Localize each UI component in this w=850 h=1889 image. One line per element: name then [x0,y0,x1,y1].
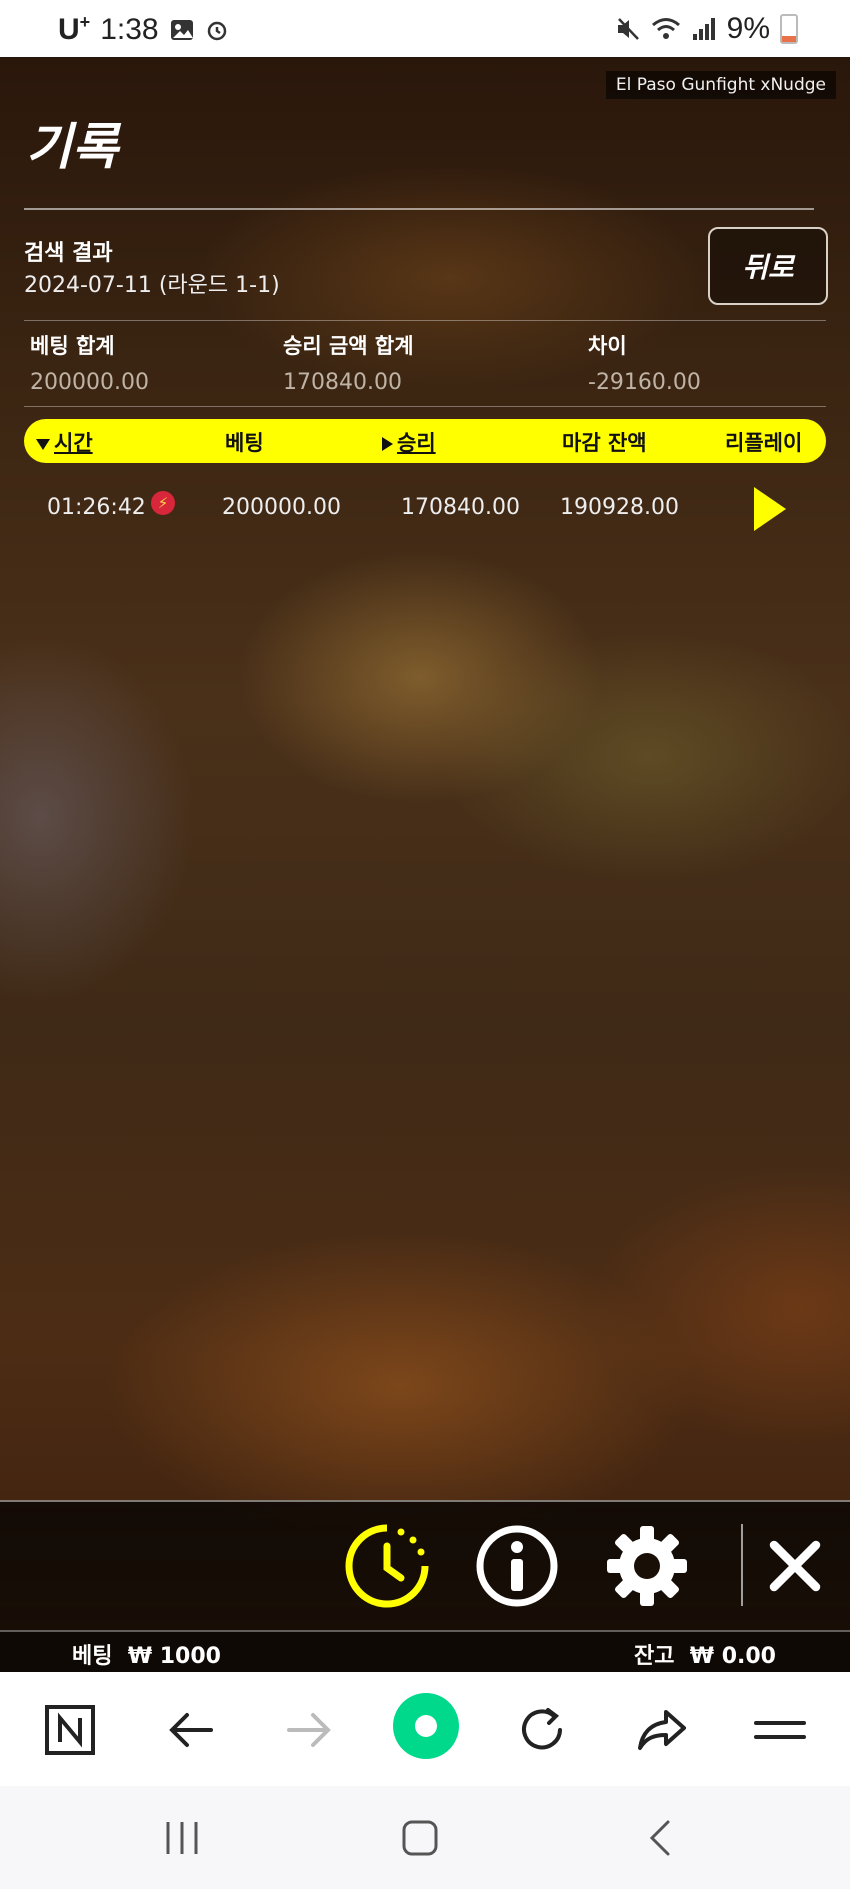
balance-bar: 베팅 ₩ 1000 잔고 ₩ 0.00 [0,1630,850,1672]
carrier-label: U+ [58,12,91,46]
column-replay: 리플레이 [725,431,803,455]
system-home-icon[interactable] [398,1816,442,1860]
lightning-icon: ⚡ [151,491,175,515]
diff-label: 차이 [588,334,627,358]
row-balance: 190928.00 [560,495,679,520]
divider [24,406,826,407]
table-header: 시간 베팅 승리 마감 잔액 리플레이 [24,419,826,463]
alarm-icon [207,21,226,40]
history-icon[interactable] [345,1524,429,1608]
wifi-icon [651,18,680,39]
info-icon[interactable] [475,1524,559,1608]
diff-value: -29160.00 [588,370,701,395]
column-time[interactable]: 시간 [36,427,93,457]
table-row: 01:26:42 ⚡ 200000.00 170840.00 190928.00 [0,477,850,537]
clock: 1:38 [100,12,159,46]
close-icon[interactable] [755,1524,835,1608]
menu-icon[interactable] [750,1700,810,1760]
column-bet: 베팅 [225,431,264,455]
search-result-label: 검색 결과 [24,241,113,266]
bet-amount: 베팅 ₩ 1000 [72,1644,221,1669]
bet-total-label: 베팅 합계 [30,334,115,358]
system-back-icon[interactable] [640,1816,684,1860]
column-balance: 마감 잔액 [562,431,647,455]
row-win: 170840.00 [401,495,520,520]
battery-icon [780,14,798,44]
balance-amount: 잔고 ₩ 0.00 [633,1644,776,1669]
win-total-label: 승리 금액 합계 [283,334,414,358]
row-time: 01:26:42 [47,495,146,520]
bet-total-value: 200000.00 [30,370,149,395]
game-name-label: El Paso Gunfight xNudge [605,71,836,99]
refresh-icon[interactable] [512,1700,572,1760]
status-bar: U+ 1:38 9% [0,0,850,57]
back-arrow-icon[interactable] [161,1700,221,1760]
search-result-date: 2024-07-11 (라운드 1-1) [24,273,280,298]
game-history-panel: El Paso Gunfight xNudge 기록 검색 결과 2024-07… [0,57,850,1672]
mute-icon [617,18,639,40]
recent-apps-icon[interactable] [160,1816,204,1860]
game-toolbar [0,1500,850,1632]
page-title: 기록 [26,118,118,176]
row-bet: 200000.00 [222,495,341,520]
column-win[interactable]: 승리 [382,427,436,457]
naver-icon[interactable] [40,1700,100,1760]
system-nav-bar [0,1786,850,1889]
replay-play-button[interactable] [754,487,786,531]
image-notification-icon [170,19,193,40]
signal-icon [692,18,715,40]
battery-percent: 9% [726,12,770,45]
win-total-value: 170840.00 [283,370,402,395]
browser-toolbar [0,1672,850,1786]
sort-icon [382,437,393,451]
divider [24,320,826,321]
divider [24,208,814,210]
forward-arrow-icon[interactable] [279,1700,339,1760]
toolbar-separator [741,1524,743,1606]
settings-icon[interactable] [605,1524,689,1608]
home-icon[interactable] [392,1692,460,1760]
share-icon[interactable] [632,1700,692,1760]
back-button[interactable]: 뒤로 [708,227,828,305]
sort-desc-icon [36,438,50,450]
